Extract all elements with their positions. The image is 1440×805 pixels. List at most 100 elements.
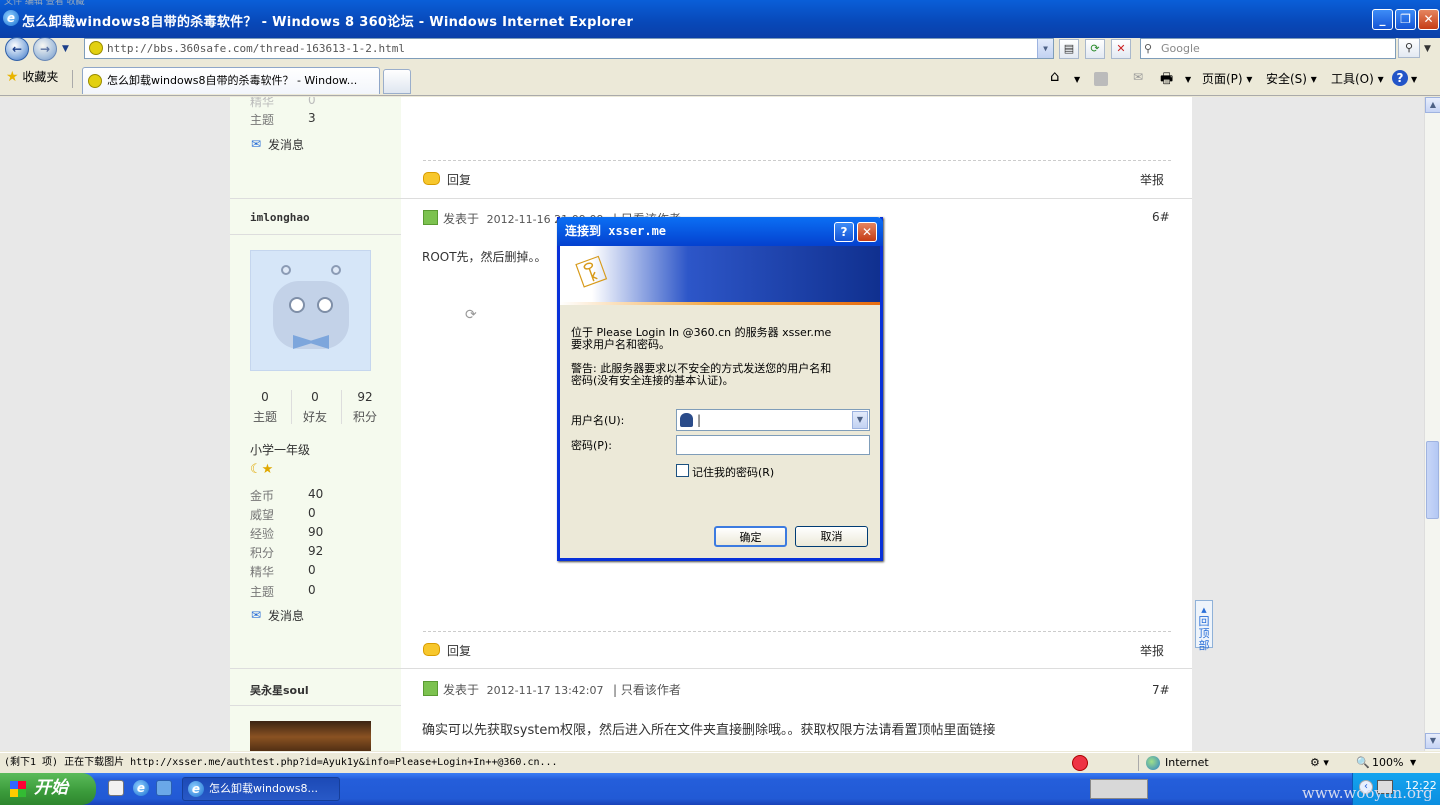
search-options-icon[interactable]: ▼: [1424, 44, 1431, 54]
address-bar[interactable]: http://bbs.360safe.com/thread-163613-1-2…: [84, 38, 1054, 59]
address-url: http://bbs.360safe.com/thread-163613-1-2…: [107, 42, 406, 55]
password-field[interactable]: [676, 435, 870, 455]
reply-link[interactable]: 回复: [447, 642, 471, 659]
show-desktop-icon[interactable]: [156, 780, 172, 796]
antenna-icon: [331, 265, 341, 275]
avatar[interactable]: [250, 721, 371, 751]
help-icon[interactable]: ?: [1392, 70, 1408, 86]
remember-label: 记住我的密码(R): [692, 466, 775, 479]
stat-value[interactable]: 92: [350, 390, 380, 404]
profile-label: 主题: [250, 585, 275, 599]
scroll-thumb[interactable]: [1426, 441, 1439, 519]
home-icon[interactable]: ⌂: [1050, 67, 1060, 85]
scroll-down-icon[interactable]: ▼: [1425, 733, 1440, 749]
status-bar: (剩下1 项) 正在下载图片 http://xsser.me/authtest.…: [0, 752, 1440, 773]
robot-eye-icon: [289, 297, 305, 313]
stop-icon[interactable]: ✕: [1111, 39, 1131, 59]
username-label: 用户名(U):: [571, 414, 625, 427]
profile-value: 0: [308, 97, 316, 107]
dialog-close-button[interactable]: ✕: [857, 222, 877, 242]
profile-value: 92: [308, 544, 324, 558]
favorites-button[interactable]: ★ 收藏夹: [6, 68, 58, 85]
favorites-label: 收藏夹: [22, 70, 59, 84]
profile-value: 3: [308, 111, 316, 125]
zoom-icon[interactable]: 🔍: [1356, 753, 1370, 773]
chevron-down-icon[interactable]: ▼: [852, 411, 868, 429]
print-dropdown-icon[interactable]: ▼: [1185, 75, 1191, 84]
tab-active[interactable]: 怎么卸载windows8自带的杀毒软件？ - Window...: [82, 67, 380, 94]
zoom-dropdown-icon[interactable]: ▼: [1410, 753, 1416, 773]
history-dropdown-icon[interactable]: ▼: [62, 44, 69, 54]
security-zone[interactable]: Internet: [1165, 753, 1209, 773]
protected-mode-icon[interactable]: ⚙ ▾: [1310, 753, 1329, 773]
user-rank[interactable]: 小学一年级: [250, 441, 310, 458]
loading-spinner-icon: ⟳: [465, 307, 477, 323]
back-button[interactable]: ←: [5, 37, 29, 61]
report-link[interactable]: 举报: [1140, 642, 1164, 659]
close-button[interactable]: ✕: [1418, 9, 1439, 30]
send-message-link[interactable]: 发消息: [268, 136, 304, 153]
zoom-level[interactable]: 100%: [1372, 753, 1403, 773]
divider: [230, 234, 401, 235]
ie-logo-icon: e: [188, 781, 204, 797]
cancel-button[interactable]: 取消: [795, 526, 868, 547]
ie-logo-icon: e: [3, 10, 19, 26]
refresh-icon[interactable]: ⟳: [1085, 39, 1105, 59]
floor-number[interactable]: 7#: [1152, 683, 1170, 697]
stat-value[interactable]: 0: [250, 390, 280, 404]
tools-menu[interactable]: 工具(O) ▾: [1331, 70, 1384, 87]
rss-feed-icon[interactable]: [1094, 72, 1108, 86]
ie-quicklaunch-icon[interactable]: e: [133, 780, 149, 796]
post-time: 发表于 2012-11-17 13:42:07: [443, 683, 604, 697]
maximize-button[interactable]: ❐: [1395, 9, 1416, 30]
minimize-button[interactable]: _: [1372, 9, 1393, 30]
globe-icon: [1146, 756, 1160, 770]
address-dropdown-icon[interactable]: ▼: [1037, 39, 1053, 58]
page-menu[interactable]: 页面(P) ▾: [1202, 70, 1252, 87]
stat-label: 积分: [352, 410, 377, 424]
reply-link[interactable]: 回复: [447, 171, 471, 188]
print-icon[interactable]: 🖶: [1160, 68, 1173, 92]
author-name[interactable]: imlonghao: [250, 211, 310, 224]
home-dropdown-icon[interactable]: ▼: [1074, 75, 1080, 84]
safety-menu[interactable]: 安全(S) ▾: [1266, 70, 1317, 87]
floor-number[interactable]: 6#: [1152, 210, 1170, 224]
dialog-banner: [560, 246, 880, 304]
remember-checkbox[interactable]: [676, 464, 689, 477]
search-button-icon[interactable]: ⚲: [1398, 38, 1420, 58]
vertical-scrollbar[interactable]: ▲ ▼: [1424, 97, 1440, 751]
dialog-help-button[interactable]: ?: [834, 222, 854, 242]
tab-label: 怎么卸载windows8自带的杀毒软件？ - Window...: [107, 74, 358, 87]
report-link[interactable]: 举报: [1140, 171, 1164, 188]
only-author-link[interactable]: | 只看该作者: [613, 681, 681, 698]
media-player-icon[interactable]: [108, 780, 124, 796]
help-dropdown-icon[interactable]: ▼: [1411, 75, 1417, 84]
forward-button[interactable]: →: [33, 37, 57, 61]
avatar[interactable]: [250, 250, 371, 371]
scroll-up-icon[interactable]: ▲: [1425, 97, 1440, 113]
window-titlebar[interactable]: 文件 编辑 查看 收藏 e 怎么卸载windows8自带的杀毒软件？ - Win…: [0, 0, 1440, 38]
compatibility-view-icon[interactable]: ▤: [1059, 39, 1079, 59]
new-tab-button[interactable]: [383, 69, 411, 94]
rank-moon-star-icon: ☾★: [250, 462, 274, 477]
watermark: www.wooyun.org: [1302, 784, 1433, 802]
stat-value[interactable]: 0: [300, 390, 330, 404]
password-label: 密码(P):: [571, 439, 612, 452]
taskbar-item-ie[interactable]: e 怎么卸载windows8...: [182, 777, 340, 801]
robot-face-icon: [273, 281, 349, 349]
author-name[interactable]: 吴永星soul: [250, 682, 309, 698]
search-input[interactable]: ⚲ Google: [1140, 38, 1396, 59]
divider: [230, 705, 401, 706]
divider: [423, 631, 1171, 632]
mail-icon[interactable]: ✉: [1133, 70, 1143, 84]
username-combobox[interactable]: | ▼: [676, 409, 870, 431]
divider: [1138, 755, 1139, 771]
stats-row: 0 主题 0 好友 92 积分: [250, 390, 390, 426]
send-message-link[interactable]: 发消息: [268, 607, 304, 624]
back-to-top-button[interactable]: ▲ 回顶部: [1195, 600, 1213, 652]
start-button[interactable]: 开始: [0, 773, 96, 805]
blocked-content-icon[interactable]: [1072, 755, 1088, 771]
ok-button[interactable]: 确定: [714, 526, 787, 547]
keyboard-icon[interactable]: [1090, 779, 1148, 799]
search-placeholder: Google: [1161, 42, 1200, 55]
